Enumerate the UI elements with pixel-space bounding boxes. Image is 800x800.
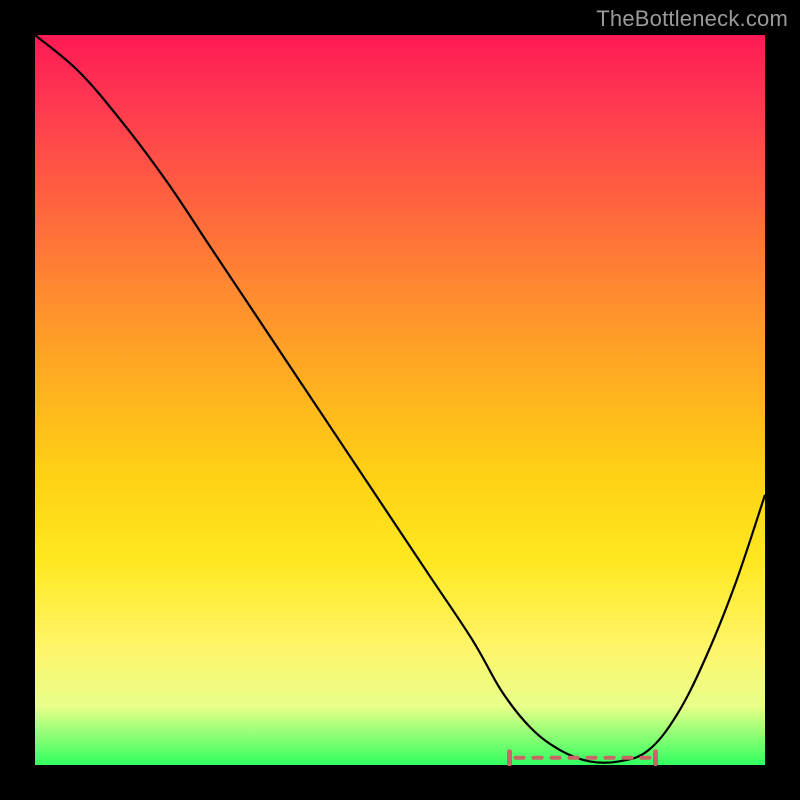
chart-frame: TheBottleneck.com — [0, 0, 800, 800]
bottleneck-curve — [35, 35, 765, 763]
plot-area — [35, 35, 765, 765]
watermark-text: TheBottleneck.com — [596, 6, 788, 32]
curve-svg — [35, 35, 765, 765]
